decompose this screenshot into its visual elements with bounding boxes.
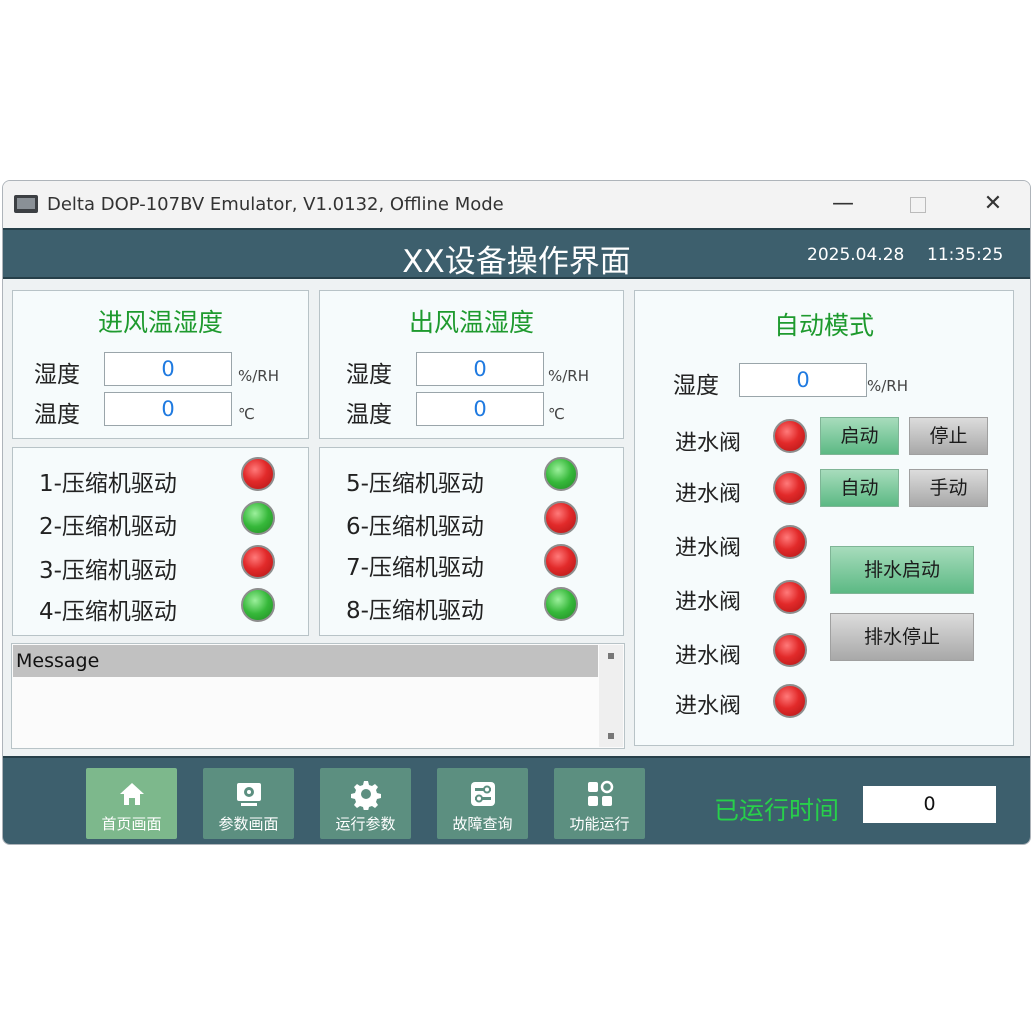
date-display: 2025.04.28 — [807, 245, 905, 265]
start-button[interactable]: 启动 — [820, 417, 899, 455]
grid-icon — [587, 780, 613, 806]
scroll-down-icon[interactable] — [608, 733, 614, 739]
compressor-label: 7-压缩机驱动 — [346, 555, 484, 581]
gear-icon — [350, 781, 381, 810]
compressor-7-lamp — [544, 544, 578, 578]
valve-label: 进水阀 — [675, 482, 742, 507]
outlet-temperature-label: 温度 — [346, 402, 392, 428]
app-monitor-icon — [14, 195, 38, 213]
valve-4-lamp — [773, 580, 807, 614]
valve-label: 进水阀 — [675, 431, 742, 456]
outlet-humidity-field[interactable]: 0 — [416, 352, 544, 386]
valve-6-lamp — [773, 684, 807, 718]
outlet-humidity-unit: %/RH — [548, 367, 590, 385]
inlet-title: 进风温湿度 — [97, 308, 223, 337]
outlet-temperature-field[interactable]: 0 — [416, 392, 544, 426]
time-display: 11:35:25 — [927, 245, 1004, 265]
compressor-1-lamp — [241, 457, 275, 491]
inlet-humidity-unit: %/RH — [238, 367, 280, 385]
inlet-temperature-unit: ℃ — [238, 405, 255, 423]
valve-label: 进水阀 — [675, 536, 742, 561]
valve-3-lamp — [773, 525, 807, 559]
message-scrollbar[interactable] — [599, 645, 623, 747]
compressor-5-lamp — [544, 457, 578, 491]
scroll-up-icon[interactable] — [608, 653, 614, 659]
runtime-label: 已运行时间 — [714, 796, 840, 825]
outlet-temperature-unit: ℃ — [548, 405, 565, 423]
inlet-humidity-field[interactable]: 0 — [104, 352, 232, 386]
nav-params-button[interactable]: 参数画面 — [203, 768, 294, 839]
nav-function-run-button[interactable]: 功能运行 — [554, 768, 645, 839]
compressor-label: 3-压缩机驱动 — [39, 558, 177, 584]
nav-fault-query-button[interactable]: 故障查询 — [437, 768, 528, 839]
stop-button[interactable]: 停止 — [909, 417, 988, 455]
compressor-label: 5-压缩机驱动 — [346, 471, 484, 497]
maximize-button[interactable] — [896, 189, 940, 221]
drain-stop-button[interactable]: 排水停止 — [830, 613, 974, 661]
drain-start-button[interactable]: 排水启动 — [830, 546, 974, 594]
outlet-humidity-label: 湿度 — [346, 362, 392, 388]
valve-2-lamp — [773, 471, 807, 505]
nav-run-params-button[interactable]: 运行参数 — [320, 768, 411, 839]
compressor-label: 2-压缩机驱动 — [39, 514, 177, 540]
auto-humidity-field[interactable]: 0 — [739, 363, 867, 397]
compressor-label: 6-压缩机驱动 — [346, 514, 484, 540]
auto-humidity-label: 湿度 — [673, 373, 719, 399]
compressor-4-lamp — [241, 588, 275, 622]
compressor-panel-left: 1-压缩机驱动 2-压缩机驱动 3-压缩机驱动 4-压缩机驱动 — [12, 447, 309, 636]
nav-home-button[interactable]: 首页画面 — [86, 768, 177, 839]
message-header: Message — [13, 645, 598, 677]
home-icon — [119, 783, 144, 805]
nav-label: 故障查询 — [452, 815, 513, 833]
nav-label: 参数画面 — [218, 815, 279, 833]
runtime-value: 0 — [863, 786, 996, 823]
message-list[interactable]: Message — [11, 643, 625, 749]
nav-label: 首页画面 — [101, 815, 162, 833]
compressor-label: 4-压缩机驱动 — [39, 599, 177, 625]
footer-bar: 首页画面 参数画面 运行参数 故障查询 功能运行 已运行时间 0 — [3, 756, 1030, 844]
valve-5-lamp — [773, 633, 807, 667]
auto-mode-panel: 自动模式 湿度 0 %/RH 进水阀 进水阀 进水阀 进水阀 进水阀 进水阀 启… — [634, 290, 1014, 746]
valve-1-lamp — [773, 419, 807, 453]
manual-button[interactable]: 手动 — [909, 469, 988, 507]
inlet-humidity-label: 湿度 — [34, 362, 80, 388]
valve-label: 进水阀 — [675, 644, 742, 669]
compressor-label: 8-压缩机驱动 — [346, 598, 484, 624]
outlet-title: 出风温湿度 — [408, 308, 534, 337]
valve-label: 进水阀 — [675, 694, 742, 719]
minimize-button[interactable]: — — [821, 189, 865, 221]
inlet-temperature-label: 温度 — [34, 402, 80, 428]
compressor-2-lamp — [241, 501, 275, 535]
auto-button[interactable]: 自动 — [820, 469, 899, 507]
window-title: Delta DOP-107BV Emulator, V1.0132, Offli… — [47, 194, 504, 215]
compressor-label: 1-压缩机驱动 — [39, 471, 177, 497]
emulator-window: Delta DOP-107BV Emulator, V1.0132, Offli… — [2, 180, 1031, 845]
nav-label: 功能运行 — [569, 815, 630, 833]
monitor-icon — [236, 783, 261, 806]
close-button[interactable]: ✕ — [971, 189, 1015, 221]
maximize-icon — [910, 197, 926, 213]
compressor-6-lamp — [544, 501, 578, 535]
auto-mode-title: 自动模式 — [773, 311, 874, 340]
title-bar: Delta DOP-107BV Emulator, V1.0132, Offli… — [3, 181, 1030, 229]
compressor-8-lamp — [544, 587, 578, 621]
screen-header: XX设备操作界面 2025.04.28 11:35:25 — [3, 228, 1030, 280]
nav-label: 运行参数 — [335, 815, 396, 833]
compressor-3-lamp — [241, 545, 275, 579]
inlet-temperature-field[interactable]: 0 — [104, 392, 232, 426]
valve-label: 进水阀 — [675, 590, 742, 615]
compressor-panel-right: 5-压缩机驱动 6-压缩机驱动 7-压缩机驱动 8-压缩机驱动 — [319, 447, 624, 636]
sliders-icon — [470, 782, 495, 806]
outlet-panel: 出风温湿度 湿度 0 %/RH 温度 0 ℃ — [319, 290, 624, 439]
inlet-panel: 进风温湿度 湿度 0 %/RH 温度 0 ℃ — [12, 290, 309, 439]
auto-humidity-unit: %/RH — [867, 377, 909, 395]
